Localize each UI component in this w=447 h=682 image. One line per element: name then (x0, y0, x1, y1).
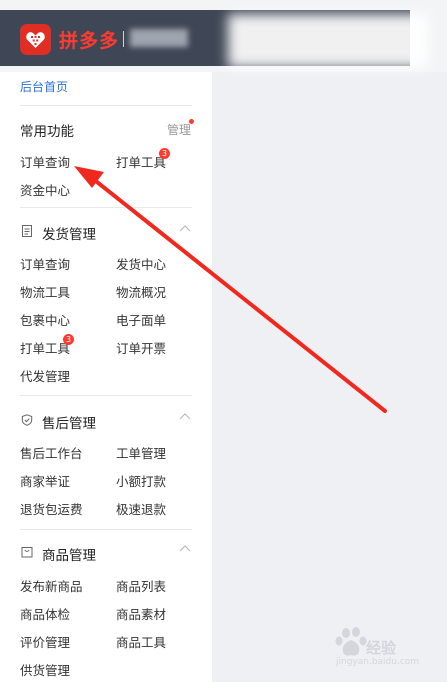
watermark-url: jingyan.baidu.com (336, 657, 420, 667)
red-annotation-arrow (74, 166, 387, 413)
watermark-text: 经验 (366, 639, 397, 657)
